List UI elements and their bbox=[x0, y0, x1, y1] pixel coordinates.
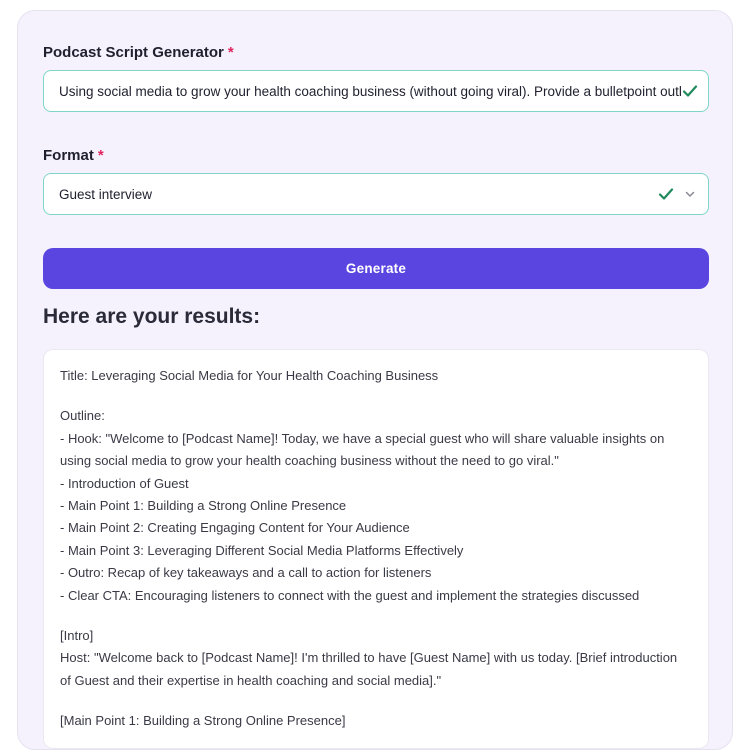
outline-item: - Hook: "Welcome to [Podcast Name]! Toda… bbox=[60, 430, 665, 446]
topic-input-value[interactable]: Using social media to grow your health c… bbox=[44, 84, 682, 99]
chevron-down-icon[interactable] bbox=[684, 188, 696, 200]
outline-label: Outline: bbox=[60, 408, 105, 424]
format-select-value[interactable]: Guest interview bbox=[44, 187, 658, 202]
required-asterisk: * bbox=[97, 147, 104, 164]
result-title: Title: Leveraging Social Media for Your … bbox=[60, 368, 439, 383]
intro-label: [Intro] bbox=[60, 628, 94, 644]
outline-item: - Main Point 2: Creating Engaging Conten… bbox=[60, 520, 410, 536]
outline-item: - Main Point 3: Leveraging Different Soc… bbox=[60, 542, 464, 558]
topic-input[interactable]: Using social media to grow your health c… bbox=[43, 70, 709, 112]
outline-item: - Outro: Recap of key takeaways and a ca… bbox=[60, 565, 432, 581]
intro-line: of Guest and their expertise in health c… bbox=[60, 672, 442, 688]
generate-button[interactable]: Generate bbox=[43, 248, 709, 289]
outline-item: - Main Point 1: Building a Strong Online… bbox=[60, 498, 347, 514]
topic-label: Podcast Script Generator * bbox=[43, 44, 234, 61]
results-heading: Here are your results: bbox=[43, 305, 261, 328]
required-asterisk: * bbox=[227, 44, 234, 61]
main-point-label: [Main Point 1: Building a Strong Online … bbox=[60, 713, 346, 729]
format-select[interactable]: Guest interview bbox=[43, 173, 709, 215]
outline-item: - Introduction of Guest bbox=[60, 475, 189, 491]
check-icon bbox=[658, 188, 674, 200]
format-label: Format * bbox=[43, 147, 104, 164]
intro-line: Host: "Welcome back to [Podcast Name]! I… bbox=[60, 650, 678, 666]
outline-item: - Clear CTA: Encouraging listeners to co… bbox=[60, 587, 640, 603]
outline-item: using social media to grow your health c… bbox=[60, 453, 559, 469]
results-box: Title: Leveraging Social Media for Your … bbox=[43, 349, 709, 749]
check-icon bbox=[682, 85, 698, 97]
